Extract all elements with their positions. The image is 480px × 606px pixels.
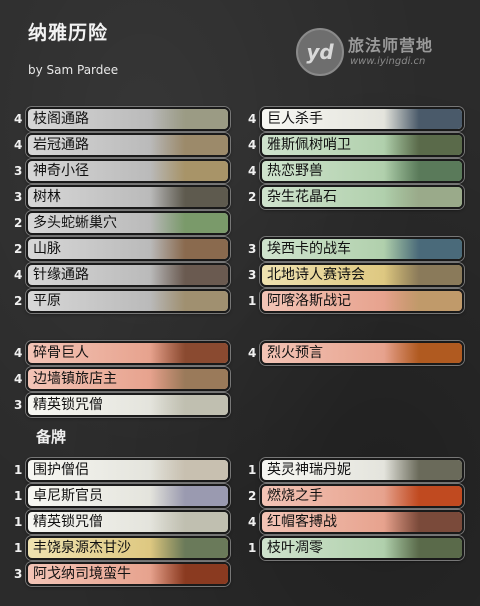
card-name-bar[interactable]: 阿喀洛斯战记 xyxy=(260,289,464,313)
card-art-thumbnail xyxy=(150,213,228,233)
card-name: 雅斯佩树哨卫 xyxy=(267,137,351,153)
card-art-thumbnail xyxy=(150,486,228,506)
card-name: 枝叶凋零 xyxy=(267,540,323,556)
card-name-bar[interactable]: 岩冠通路 xyxy=(26,133,230,157)
card-name-bar[interactable]: 平原 xyxy=(26,289,230,313)
card-art-thumbnail xyxy=(384,187,462,207)
card-name-bar[interactable]: 红帽客搏战 xyxy=(260,510,464,534)
card-art-thumbnail xyxy=(384,109,462,129)
card-name-bar[interactable]: 精英锁咒僧 xyxy=(26,510,230,534)
logo-name: 旅法师营地 xyxy=(348,36,434,55)
sideboard-title: 备牌 xyxy=(36,428,67,446)
card-name: 红帽客搏战 xyxy=(267,514,337,530)
card-name-bar[interactable]: 雅斯佩树哨卫 xyxy=(260,133,464,157)
card-art-thumbnail xyxy=(384,512,462,532)
card-name: 丰饶泉源杰甘沙 xyxy=(33,540,131,556)
logo-url: www.iyingdi.cn xyxy=(350,56,426,67)
card-name: 针缘通路 xyxy=(33,267,89,283)
card-name: 碎骨巨人 xyxy=(33,345,89,361)
card-name: 精英锁咒僧 xyxy=(33,397,103,413)
card-name: 岩冠通路 xyxy=(33,137,89,153)
card-name-bar[interactable]: 热恋野兽 xyxy=(260,159,464,183)
card-name: 巨人杀手 xyxy=(267,111,323,127)
card-art-thumbnail xyxy=(150,369,228,389)
card-art-thumbnail xyxy=(150,395,228,415)
card-art-thumbnail xyxy=(150,512,228,532)
card-art-thumbnail xyxy=(150,187,228,207)
card-art-thumbnail xyxy=(384,343,462,363)
card-name-bar[interactable]: 燃烧之手 xyxy=(260,484,464,508)
card-name-bar[interactable]: 阿戈纳司境蛮牛 xyxy=(26,562,230,586)
card-name-bar[interactable]: 围护僧侣 xyxy=(26,458,230,482)
logo-mark-icon: yd xyxy=(296,28,344,76)
card-name: 枝阁通路 xyxy=(33,111,89,127)
card-name: 燃烧之手 xyxy=(267,488,323,504)
card-art-thumbnail xyxy=(384,538,462,558)
card-name: 阿喀洛斯战记 xyxy=(267,293,351,309)
card-name: 平原 xyxy=(33,293,61,309)
card-name-bar[interactable]: 英灵神瑞丹妮 xyxy=(260,458,464,482)
card-name: 山脉 xyxy=(33,241,61,257)
card-name: 多头蛇蜥巢穴 xyxy=(33,215,117,231)
card-name-bar[interactable]: 碎骨巨人 xyxy=(26,341,230,365)
card-art-thumbnail xyxy=(150,564,228,584)
card-name-bar[interactable]: 卓尼斯官员 xyxy=(26,484,230,508)
card-art-thumbnail xyxy=(150,135,228,155)
card-art-thumbnail xyxy=(384,135,462,155)
card-name: 阿戈纳司境蛮牛 xyxy=(33,566,131,582)
card-name: 树林 xyxy=(33,189,61,205)
card-art-thumbnail xyxy=(150,239,228,259)
card-name-bar[interactable]: 神奇小径 xyxy=(26,159,230,183)
card-art-thumbnail xyxy=(150,460,228,480)
card-art-thumbnail xyxy=(384,486,462,506)
card-art-thumbnail xyxy=(150,109,228,129)
card-name: 北地诗人赛诗会 xyxy=(267,267,365,283)
card-art-thumbnail xyxy=(384,161,462,181)
card-art-thumbnail xyxy=(150,343,228,363)
card-name: 卓尼斯官员 xyxy=(33,488,103,504)
card-name-bar[interactable]: 北地诗人赛诗会 xyxy=(260,263,464,287)
card-name: 热恋野兽 xyxy=(267,163,323,179)
card-name-bar[interactable]: 枝阁通路 xyxy=(26,107,230,131)
card-name: 烈火预言 xyxy=(267,345,323,361)
card-name: 神奇小径 xyxy=(33,163,89,179)
card-name-bar[interactable]: 针缘通路 xyxy=(26,263,230,287)
card-name-bar[interactable]: 枝叶凋零 xyxy=(260,536,464,560)
card-name-bar[interactable]: 多头蛇蜥巢穴 xyxy=(26,211,230,235)
card-art-thumbnail xyxy=(384,291,462,311)
card-name-bar[interactable]: 精英锁咒僧 xyxy=(26,393,230,417)
card-name-bar[interactable]: 边墙镇旅店主 xyxy=(26,367,230,391)
card-name-bar[interactable]: 树林 xyxy=(26,185,230,209)
card-art-thumbnail xyxy=(150,161,228,181)
card-art-thumbnail xyxy=(384,239,462,259)
card-name: 英灵神瑞丹妮 xyxy=(267,462,351,478)
card-name-bar[interactable]: 杂生花晶石 xyxy=(260,185,464,209)
card-art-thumbnail xyxy=(150,265,228,285)
site-logo[interactable]: yd 旅法师营地 www.iyingdi.cn xyxy=(296,28,456,76)
card-name: 精英锁咒僧 xyxy=(33,514,103,530)
card-name: 杂生花晶石 xyxy=(267,189,337,205)
card-art-thumbnail xyxy=(150,538,228,558)
card-name-bar[interactable]: 丰饶泉源杰甘沙 xyxy=(26,536,230,560)
card-name-bar[interactable]: 埃西卡的战车 xyxy=(260,237,464,261)
card-name: 围护僧侣 xyxy=(33,462,89,478)
card-name-bar[interactable]: 巨人杀手 xyxy=(260,107,464,131)
deck-author: by Sam Pardee xyxy=(28,63,119,77)
card-art-thumbnail xyxy=(150,291,228,311)
deck-title: 纳雅历险 xyxy=(28,22,109,44)
card-art-thumbnail xyxy=(384,460,462,480)
card-art-thumbnail xyxy=(384,265,462,285)
card-name: 边墙镇旅店主 xyxy=(33,371,117,387)
card-name: 埃西卡的战车 xyxy=(267,241,351,257)
card-name-bar[interactable]: 烈火预言 xyxy=(260,341,464,365)
card-name-bar[interactable]: 山脉 xyxy=(26,237,230,261)
